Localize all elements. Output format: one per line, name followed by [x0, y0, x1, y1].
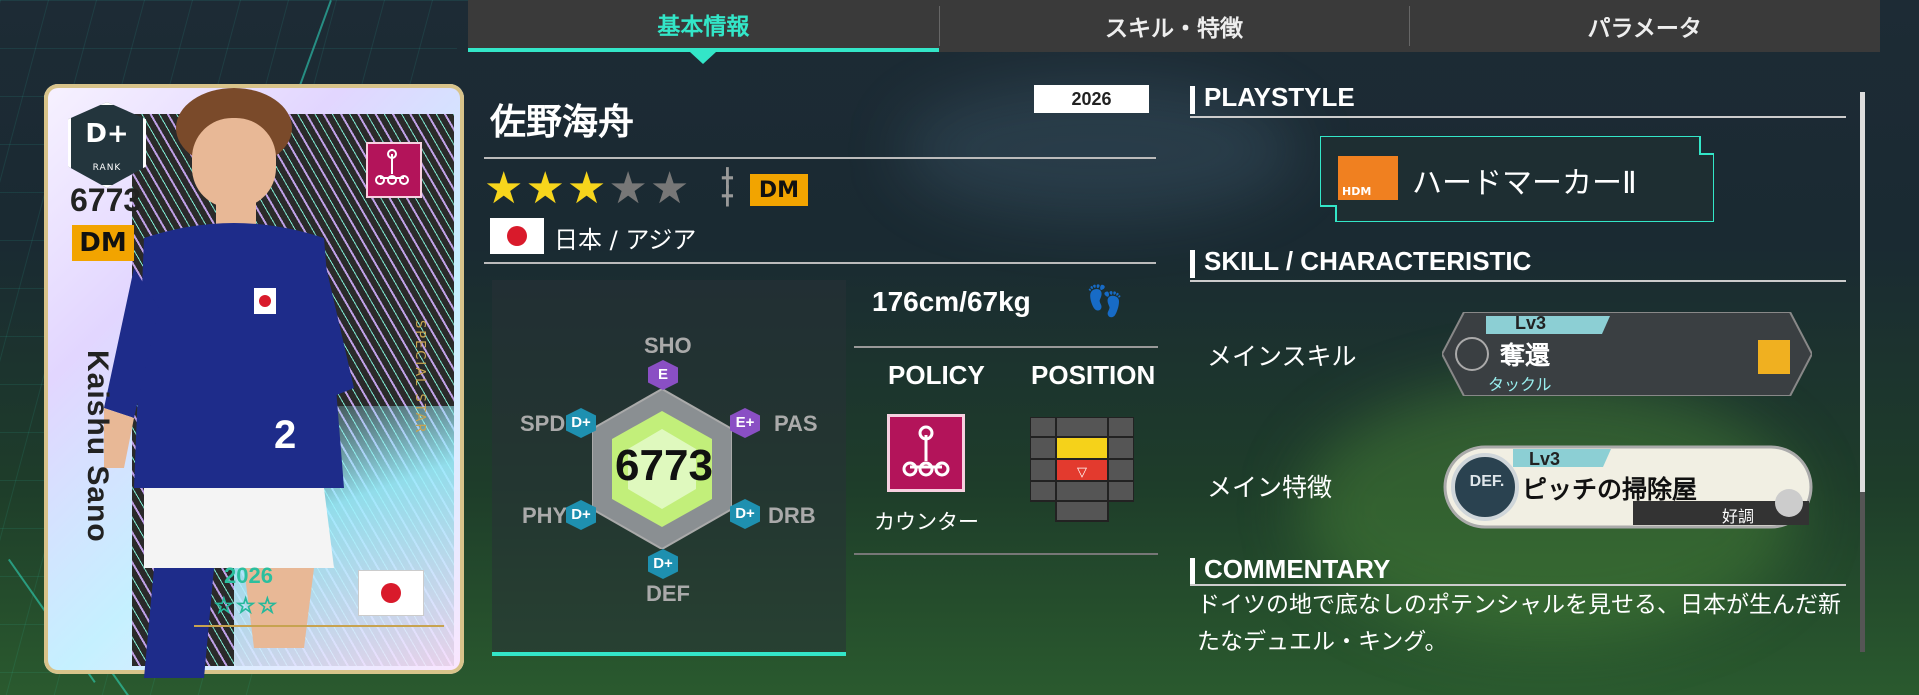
japan-flag-icon	[358, 570, 424, 616]
card-position: DM	[72, 225, 134, 261]
main-trait-name: ピッチの掃除屋	[1522, 475, 1698, 504]
sort-arrows-icon: ╋ ╋	[722, 168, 733, 207]
divider	[854, 346, 1158, 348]
height-weight: 176cm/67kg	[872, 286, 1031, 317]
policy-counter-icon	[366, 142, 422, 198]
policy-value: カウンター	[874, 510, 979, 534]
star-icon: ★	[525, 163, 567, 214]
japan-flag-icon	[490, 218, 544, 254]
stat-label-phy: PHY	[522, 503, 568, 528]
rarity-stars: ★★★★★	[484, 164, 691, 214]
position-tag: DM	[750, 174, 808, 206]
main-skill-level: Lv3	[1515, 313, 1547, 333]
overall-rating: 6773	[615, 441, 713, 490]
policy-counter-icon[interactable]	[887, 414, 965, 492]
position-map[interactable]: ▽	[1030, 417, 1134, 523]
card-player-name: Kaishu Sano	[81, 350, 114, 543]
card-special-label: SPECIAL STAR	[412, 320, 427, 435]
main-skill-label: メインスキル	[1207, 342, 1357, 371]
card-stars: ☆☆☆	[213, 594, 280, 620]
skill-title: SKILL / CHARACTERISTIC	[1190, 246, 1531, 278]
divider	[854, 553, 1158, 555]
stat-label-drb: DRB	[768, 503, 816, 528]
main-skill-name: 奪還	[1500, 341, 1551, 370]
player-name: 佐野海舟	[490, 102, 635, 143]
tab-bar: 基本情報 スキル・特徴 パラメータ	[468, 0, 1880, 52]
star-icon: ★	[484, 163, 526, 214]
scrollbar[interactable]	[1860, 92, 1865, 652]
star-empty-icon: ★	[608, 163, 650, 214]
season-year: 2026	[1034, 85, 1149, 113]
divider	[484, 157, 1156, 159]
position-header: POSITION	[1031, 360, 1156, 390]
main-trait-level: Lv3	[1529, 449, 1561, 469]
tab-skills-traits[interactable]: スキル・特徴	[938, 0, 1410, 52]
main-trait-condition: 好調	[1722, 507, 1755, 526]
tab-basic-info[interactable]: 基本情報	[468, 0, 939, 52]
main-trait-label: メイン特徴	[1207, 473, 1333, 502]
rank-label: RANK	[92, 163, 122, 173]
divider	[484, 262, 1156, 264]
nationality: 日本 / アジア	[554, 226, 697, 254]
stat-label-spd: SPD	[520, 411, 566, 436]
playstyle-label: ハードマーカーⅡ	[1412, 166, 1637, 201]
tab-parameters[interactable]: パラメータ	[1409, 0, 1880, 52]
playstyle-title: PLAYSTYLE	[1190, 82, 1355, 114]
svg-text:2: 2	[274, 413, 296, 457]
main-skill-category: タックル	[1488, 375, 1552, 394]
commentary-text: ドイツの地で底なしのポテンシャルを見せる、日本が生んだ新たなデュエル・キング。	[1197, 592, 1841, 655]
stat-label-def: DEF	[646, 581, 690, 606]
star-icon: ★	[566, 163, 609, 214]
stat-label-pas: PAS	[774, 411, 818, 436]
card-year: 2026	[224, 563, 273, 588]
rank-grade: D+	[85, 119, 129, 149]
policy-header: POLICY	[888, 360, 985, 390]
card-overall: 6773	[70, 182, 142, 218]
stat-label-sho: SHO	[644, 333, 692, 358]
commentary-title: COMMENTARY	[1190, 554, 1390, 586]
star-empty-icon: ★	[649, 163, 692, 214]
player-image: 2	[104, 88, 354, 678]
svg-text:▽: ▽	[1077, 465, 1087, 480]
hard-marker-icon: HDM	[1338, 156, 1398, 200]
dominant-foot-icon: 👣	[1086, 284, 1123, 319]
def-badge: DEF.	[1469, 473, 1505, 490]
